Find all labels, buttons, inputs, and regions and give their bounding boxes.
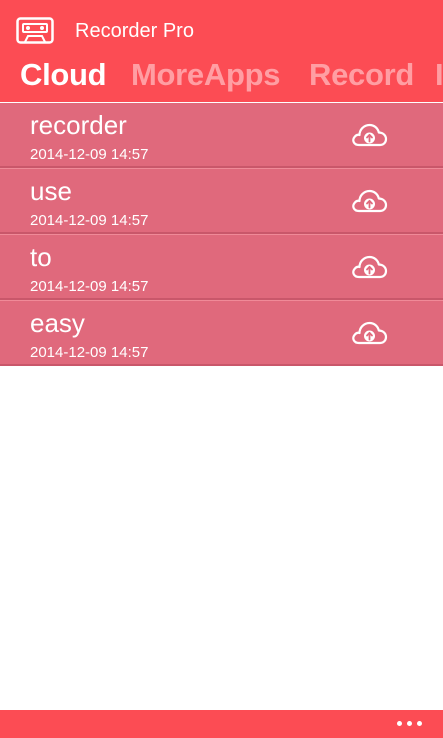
recording-date: 2014-12-09 14:57 [30,344,149,361]
app-root: Recorder Pro Cloud MoreApps Record I rec… [0,0,443,738]
recording-title: recorder [30,110,127,140]
recording-title: use [30,176,72,206]
app-title: Recorder Pro [75,20,194,42]
tab-cloud[interactable]: Cloud [20,56,107,94]
cloud-upload-icon[interactable] [350,319,388,347]
app-bar [0,710,443,738]
list-item[interactable]: use 2014-12-09 14:57 [0,168,443,234]
ellipsis-icon[interactable] [394,716,426,730]
recording-title: to [30,242,52,272]
recording-date: 2014-12-09 14:57 [30,212,149,229]
cloud-upload-icon[interactable] [350,121,388,149]
list-item[interactable]: to 2014-12-09 14:57 [0,234,443,300]
cloud-upload-icon[interactable] [350,187,388,215]
ellipsis-dot [407,721,412,726]
ellipsis-dot [397,721,402,726]
tab-record[interactable]: Record [309,56,414,94]
recording-list: recorder 2014-12-09 14:57 use 2014-12-09… [0,103,443,366]
recording-date: 2014-12-09 14:57 [30,278,149,295]
list-item[interactable]: easy 2014-12-09 14:57 [0,300,443,366]
recording-title: easy [30,308,85,338]
recording-date: 2014-12-09 14:57 [30,146,149,163]
tab-next-partial[interactable]: I [435,56,443,94]
cloud-upload-icon[interactable] [350,253,388,281]
tab-moreapps[interactable]: MoreApps [131,56,280,94]
pivot-header: Cloud MoreApps Record I [0,56,443,96]
header: Recorder Pro Cloud MoreApps Record I [0,0,443,102]
list-item[interactable]: recorder 2014-12-09 14:57 [0,103,443,168]
cassette-tape-icon [16,17,54,44]
ellipsis-dot [417,721,422,726]
